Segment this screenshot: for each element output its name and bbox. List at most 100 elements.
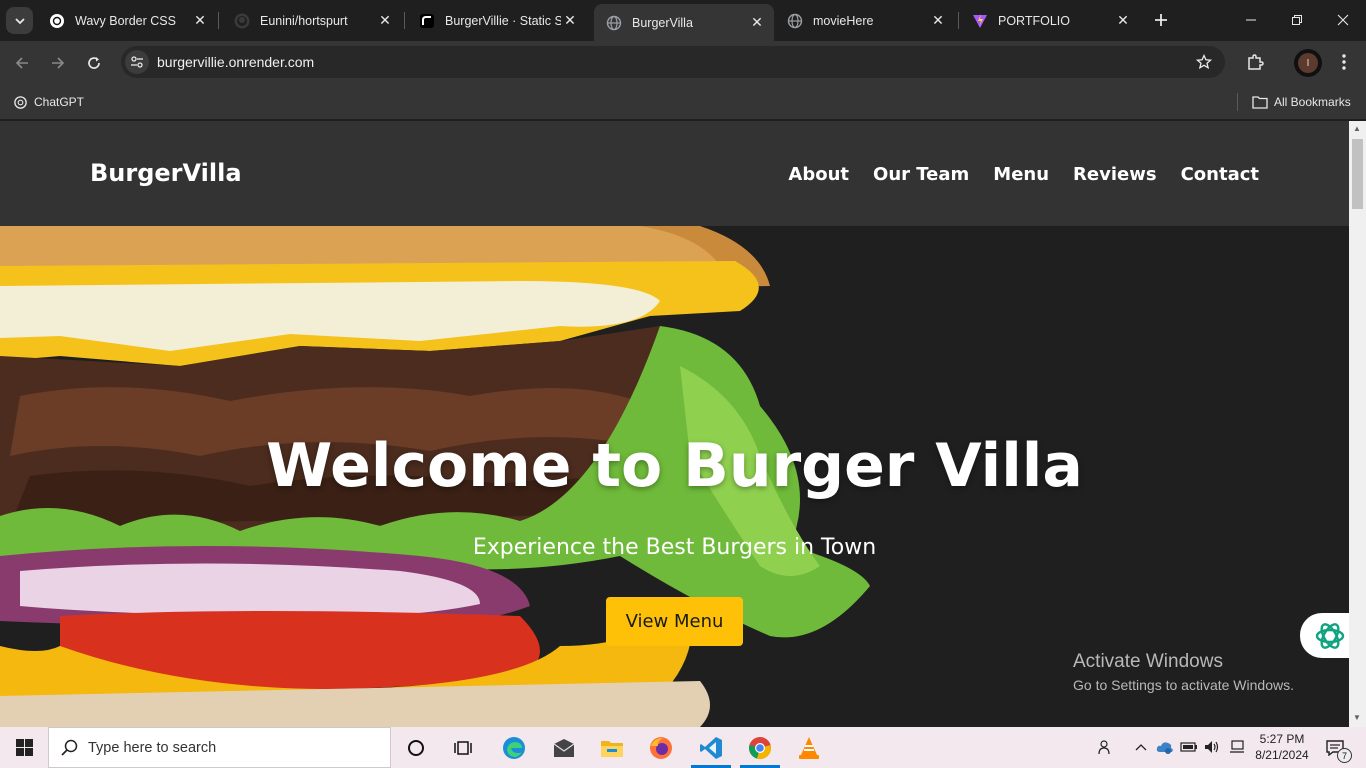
windows-taskbar: Type here to search 5:27 PM 8/21/2024 7 [0,727,1366,768]
reload-icon [88,57,100,69]
scroll-down-arrow-icon[interactable]: ▼ [1353,713,1361,722]
search-icon [61,739,78,756]
edge-icon [503,736,525,759]
mail-button[interactable] [544,732,584,763]
new-tab-button[interactable] [1150,9,1172,31]
browser-menu-button[interactable] [1333,51,1355,73]
tab-title: Wavy Border CSS [75,13,176,28]
tab-burgervillie-render[interactable]: BurgerVillie · Static Si ✕ [407,6,587,35]
chrome-icon [749,736,771,759]
tab-separator [218,12,219,29]
task-view-button[interactable] [443,732,483,763]
nav-link-contact[interactable]: Contact [1181,164,1259,185]
network-icon[interactable] [1227,737,1247,757]
volume-icon[interactable] [1202,737,1222,757]
tab-title: BurgerVilla [632,15,693,30]
chevron-down-icon [14,17,25,24]
tab-burgervilla[interactable]: BurgerVilla ✕ [594,4,774,41]
forward-button[interactable] [45,50,71,76]
tune-icon [131,56,143,68]
scroll-up-arrow-icon[interactable]: ▲ [1353,124,1361,133]
all-bookmarks-button[interactable]: All Bookmarks [1252,92,1351,112]
onedrive-icon[interactable] [1155,737,1175,757]
activate-subtitle: Go to Settings to activate Windows. [1073,677,1294,693]
chrome-button[interactable] [740,732,780,763]
tab-separator [958,12,959,29]
reload-button[interactable] [81,50,107,76]
extensions-button[interactable] [1244,51,1266,73]
puzzle-icon [1248,54,1264,70]
cortana-icon [408,739,424,756]
nav-link-reviews[interactable]: Reviews [1073,164,1157,185]
show-hidden-icons-chevron-icon[interactable] [1131,737,1151,757]
tab-title: PORTFOLIO [998,13,1071,28]
chatgpt-icon [49,13,65,29]
view-menu-button[interactable]: View Menu [606,597,743,646]
activate-title: Activate Windows [1073,651,1223,672]
tab-title: movieHere [813,13,874,28]
minimize-button[interactable] [1228,0,1274,40]
close-icon[interactable]: ✕ [929,12,947,30]
close-icon[interactable]: ✕ [376,12,394,30]
tab-hortspurt[interactable]: Eunini/hortspurt ✕ [222,6,402,35]
profile-button[interactable]: I [1294,49,1322,77]
vlc-button[interactable] [789,732,829,763]
nav-link-about[interactable]: About [788,164,849,185]
close-icon[interactable]: ✕ [561,12,579,30]
nav-link-menu[interactable]: Menu [993,164,1049,185]
notification-center-button[interactable]: 7 [1322,736,1352,763]
clock-date: 8/21/2024 [1255,748,1309,762]
page-scrollbar[interactable]: ▲ ▼ [1349,121,1366,727]
back-button[interactable] [9,50,35,76]
bookmark-star-button[interactable] [1193,51,1215,73]
tab-title: Eunini/hortspurt [260,13,348,28]
chatgpt-icon [1315,622,1345,649]
restore-icon [1292,15,1302,25]
tab-wavy-border[interactable]: Wavy Border CSS ✕ [37,6,217,35]
firefox-button[interactable] [641,732,681,763]
clock-time: 5:27 PM [1259,732,1305,746]
cortana-button[interactable] [396,732,436,763]
scroll-thumb[interactable] [1352,139,1363,209]
close-icon[interactable]: ✕ [748,14,766,32]
tab-search-button[interactable] [6,7,33,34]
site-logo[interactable]: BurgerVilla [90,159,242,187]
start-button[interactable] [0,727,48,768]
edge-button[interactable] [494,732,534,763]
star-icon [1196,54,1212,70]
tab-moviehere[interactable]: movieHere ✕ [775,6,955,35]
all-bookmarks-label: All Bookmarks [1274,95,1351,109]
restore-button[interactable] [1274,0,1320,40]
mail-icon [553,738,575,757]
tab-portfolio[interactable]: PORTFOLIO ✕ [960,6,1140,35]
taskbar-clock[interactable]: 5:27 PM 8/21/2024 [1252,731,1312,763]
close-window-button[interactable] [1320,0,1366,40]
hero-subtitle: Experience the Best Burgers in Town [472,535,877,560]
minimize-icon [1246,19,1256,21]
task-view-icon [454,740,472,755]
file-explorer-button[interactable] [592,732,632,763]
url-text[interactable]: burgervillie.onrender.com [157,54,314,70]
close-icon[interactable]: ✕ [1114,12,1132,30]
browser-tab-strip: Wavy Border CSS ✕ Eunini/hortspurt ✕ Bur… [0,0,1366,41]
close-icon[interactable]: ✕ [191,12,209,30]
bookmarks-bar: ChatGPT All Bookmarks [0,84,1366,120]
site-header: BurgerVilla About Our Team Menu Reviews … [0,121,1349,226]
hero-title: Welcome to Burger Villa [266,431,1083,501]
bookmark-chatgpt[interactable]: ChatGPT [12,92,84,112]
page-viewport: BurgerVilla About Our Team Menu Reviews … [0,121,1349,727]
nav-link-our-team[interactable]: Our Team [873,164,969,185]
file-explorer-icon [601,740,623,757]
notification-count-badge: 7 [1337,748,1352,763]
address-bar[interactable]: burgervillie.onrender.com [121,46,1225,78]
vscode-icon [700,736,722,759]
render-icon [419,13,435,29]
site-info-button[interactable] [125,50,149,74]
battery-icon[interactable] [1179,737,1199,757]
bookmark-label: ChatGPT [34,95,85,109]
people-icon[interactable] [1096,737,1116,757]
vscode-button[interactable] [691,732,731,763]
taskbar-search-box[interactable]: Type here to search [48,727,391,768]
more-vert-icon [1342,54,1346,70]
arrow-left-icon [15,57,28,69]
